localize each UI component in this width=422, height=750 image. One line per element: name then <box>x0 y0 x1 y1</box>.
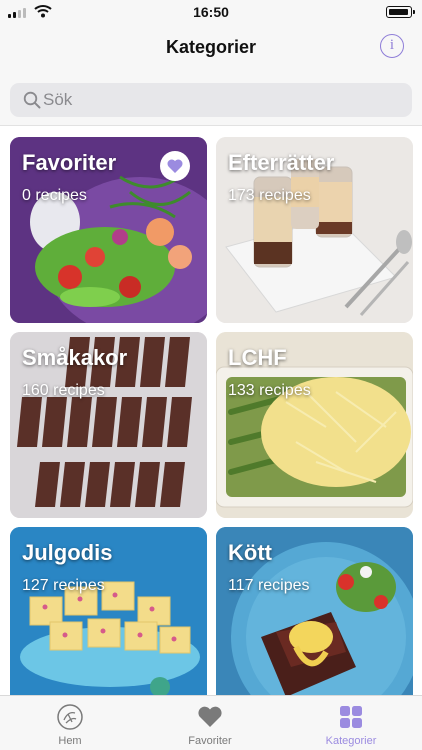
category-grid: Favoriter 0 recipes Efterrätter 173 reci… <box>0 127 422 695</box>
search-placeholder: Sök <box>43 90 73 109</box>
category-card-smakakor[interactable]: Småkakor 160 recipes <box>10 332 207 518</box>
category-card-lchf[interactable]: LCHF 133 recipes <box>216 332 413 518</box>
grid-icon <box>340 706 362 728</box>
search-icon <box>23 91 41 109</box>
app-screen: 16:50 Kategorier i Sök Favoriter 0 recip… <box>0 0 422 750</box>
category-recipe-count: 127 recipes <box>22 577 105 594</box>
heart-icon <box>198 706 222 727</box>
tab-hem[interactable]: Hem <box>0 696 140 750</box>
navigation-bar: Kategorier i Sök <box>0 24 422 126</box>
category-recipe-count: 160 recipes <box>22 382 105 399</box>
info-icon[interactable]: i <box>380 34 404 58</box>
status-time: 16:50 <box>193 4 229 20</box>
category-title: Julgodis <box>22 540 113 565</box>
tab-bar: Hem Favoriter Kategorier <box>0 695 422 750</box>
category-title: Kött <box>228 540 272 565</box>
category-recipe-count: 0 recipes <box>22 187 87 204</box>
battery-icon <box>386 6 415 18</box>
page-title: Kategorier <box>165 37 257 57</box>
status-bar: 16:50 <box>0 0 422 24</box>
category-title: Efterrätter <box>228 150 335 175</box>
tab-label: Kategorier <box>325 735 377 747</box>
category-title: LCHF <box>228 345 287 370</box>
home-logo-icon <box>57 704 83 730</box>
tab-favoriter[interactable]: Favoriter <box>140 696 280 750</box>
favorite-heart-icon[interactable] <box>160 151 190 181</box>
tab-label: Favoriter <box>188 735 232 747</box>
category-card-kott[interactable]: Kött 117 recipes <box>216 527 413 695</box>
search-input[interactable]: Sök <box>10 83 412 117</box>
tab-kategorier[interactable]: Kategorier <box>281 696 421 750</box>
category-recipe-count: 173 recipes <box>228 187 311 204</box>
category-title: Favoriter <box>22 150 117 175</box>
category-title: Småkakor <box>22 345 128 370</box>
category-recipe-count: 133 recipes <box>228 382 311 399</box>
category-card-efterratter[interactable]: Efterrätter 173 recipes <box>216 137 413 323</box>
category-card-favoriter[interactable]: Favoriter 0 recipes <box>10 137 207 323</box>
category-recipe-count: 117 recipes <box>228 577 310 594</box>
tab-label: Hem <box>58 735 82 747</box>
category-card-julgodis[interactable]: Julgodis 127 recipes <box>10 527 207 695</box>
